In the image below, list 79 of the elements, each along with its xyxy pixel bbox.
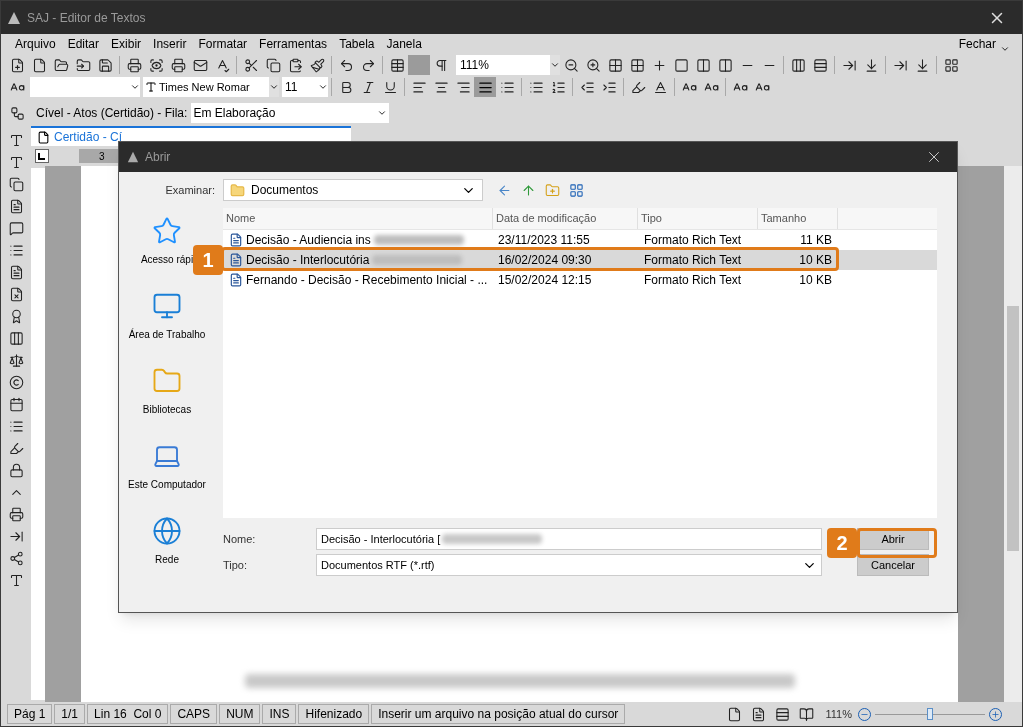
file-date: 15/02/2024 12:15 [497,272,593,289]
step-badge: 2 [827,528,857,558]
file-name: Decisão - Interlocutória [246,252,370,269]
globe-icon [152,516,182,546]
tab-stop-icon[interactable] [35,149,49,163]
place-item[interactable]: Este Computador [128,477,206,492]
column-header[interactable]: Tamanho [758,208,838,229]
justify-icon [477,79,493,95]
style-field[interactable] [30,77,140,97]
dialog-title: Abrir [145,149,171,166]
status-cell: 1/1 [54,704,86,724]
file-row[interactable]: Decisão - Interlocutória 16/02/2024 09:30 Formato Rich Text 10 KB [223,250,937,270]
status-cell: Pág 1 [7,704,53,724]
window-title: SAJ - Editor de Textos [27,9,146,27]
status-cell: Hifenizado [298,704,370,724]
status-cell: Lin 16 Col 0 [87,704,169,724]
justify-button[interactable] [474,77,496,97]
menu-item[interactable]: Tabela [333,35,381,53]
menu-item[interactable]: Exibir [105,35,148,53]
column-header[interactable]: Tipo [638,208,758,229]
cancel-button[interactable]: Cancelar [857,554,929,576]
font-icon [145,81,157,93]
status-cell: CAPS [170,704,218,724]
place-item[interactable]: Bibliotecas [142,402,192,417]
file-type: Formato Rich Text [643,252,743,269]
file-size: 10 KB [798,272,833,289]
menu-item[interactable]: Arquivo [9,35,62,53]
place-item[interactable]: Área de Trabalho [128,327,206,342]
file-name-field[interactable]: Decisão - Interlocutória [ [316,528,822,550]
zoom-thumb[interactable] [927,708,933,720]
word-document-icon [229,273,243,287]
file-size: 11 KB [799,232,833,249]
font-size-field[interactable]: 11 [282,77,328,97]
caret-icon[interactable] [318,82,328,92]
menu-item[interactable]: Ferramentas [253,35,334,53]
name-label: Nome: [223,531,257,547]
file-row[interactable]: Decisão - Audiencia ins 23/11/2023 11:55 Formato Rich Text 11 KB [223,230,937,250]
menu-item[interactable]: Formatar [192,35,254,53]
queue-field[interactable]: Em Elaboração [191,103,390,123]
app-logo-icon [127,151,139,163]
file-type: Formato Rich Text [643,272,743,289]
app-logo-icon [7,10,21,25]
file-row[interactable]: Fernando - Decisão - Recebimento Inicial - ... 15/02/2024 12:15 Formato Rich Text 10 KB [223,270,937,290]
zoom-field[interactable]: 111% [456,55,560,75]
scrollbar[interactable] [1004,166,1022,702]
close-document-button[interactable]: Fechar [958,35,996,53]
status-cell: NUM [219,704,261,724]
status-cell: Inserir um arquivo na posição atual do cursor [371,704,626,724]
caret-icon[interactable] [377,108,388,118]
zoom-percent: 111% [825,706,852,722]
font-field[interactable]: Times New Romar [143,77,279,97]
look-in-field[interactable]: Documentos [223,179,483,201]
file-type: Formato Rich Text [643,232,743,249]
page-icon [37,130,50,144]
file-name: Decisão - Audiencia ins [246,232,371,249]
workflow-label: Cível - Atos (Certidão) - Fila: [36,105,188,122]
word-document-icon [229,233,243,247]
folder-icon [230,182,245,198]
menu-item[interactable]: Janela [380,35,428,53]
file-size: 10 KB [798,252,833,269]
zoom-slider[interactable] [875,707,985,721]
menu-item[interactable]: Editar [61,35,106,53]
column-header[interactable]: Nome [223,208,493,229]
status-cell: INS [262,704,297,724]
file-type-field[interactable]: Documentos RTF (*.rtf) [316,554,822,576]
monitor-icon [152,291,182,321]
file-name: Fernando - Decisão - Recebimento Inicial - ... [246,272,488,289]
file-date: 16/02/2024 09:30 [497,252,593,269]
word-document-icon [229,253,243,267]
menu-item[interactable]: Inserir [147,35,193,53]
file-date: 23/11/2023 11:55 [497,232,591,249]
place-item[interactable]: Acesso rápi [140,252,194,267]
star-icon [152,216,182,246]
caret-icon[interactable] [130,82,140,92]
look-in-label: Examinar: [164,182,216,198]
column-header[interactable]: Data de modificação [493,208,638,229]
type-label: Tipo: [223,557,249,573]
place-item[interactable]: Rede [155,552,179,567]
step-badge: 1 [193,245,223,275]
